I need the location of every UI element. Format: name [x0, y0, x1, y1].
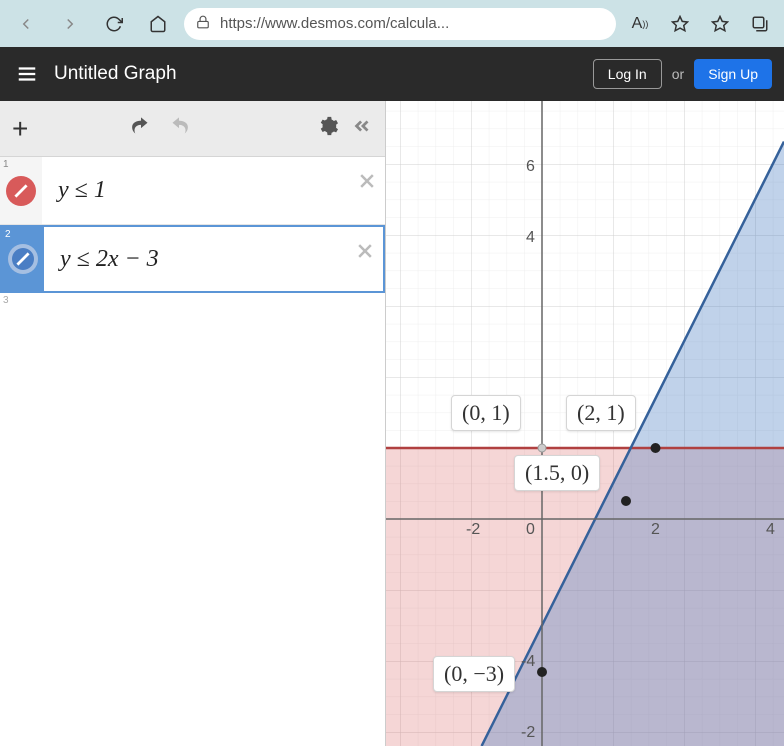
empty-expression-row[interactable]: 3: [0, 293, 385, 313]
settings-button[interactable]: [317, 115, 339, 142]
home-button[interactable]: [140, 6, 176, 42]
back-button[interactable]: [8, 6, 44, 42]
undo-button[interactable]: [128, 116, 154, 141]
expression-color-icon[interactable]: [6, 176, 36, 206]
expression-index: 2: [5, 229, 11, 240]
collections-icon[interactable]: [744, 8, 776, 40]
signup-button[interactable]: Sign Up: [694, 59, 772, 89]
expression-list: 1 y ≤ 1 2 y ≤ 2x − 3 3: [0, 157, 385, 746]
app-header: Untitled Graph Log In or Sign Up: [0, 47, 784, 101]
expression-toolbar: +: [0, 101, 385, 157]
expression-handle[interactable]: 2: [2, 227, 44, 291]
forward-button[interactable]: [52, 6, 88, 42]
collapse-sidebar-button[interactable]: [351, 115, 373, 142]
login-button[interactable]: Log In: [593, 59, 662, 89]
expression-handle[interactable]: 1: [0, 157, 42, 224]
address-bar[interactable]: https://www.desmos.com/calcula...: [184, 8, 616, 40]
favorite-add-icon[interactable]: [664, 8, 696, 40]
axis-tick: 4: [766, 521, 775, 539]
axis-tick: -2: [521, 724, 535, 742]
axis-tick: -2: [466, 521, 480, 539]
add-expression-button[interactable]: +: [12, 113, 48, 145]
expression-formula[interactable]: y ≤ 1: [42, 177, 385, 204]
axis-tick: 2: [651, 521, 660, 539]
browser-toolbar: https://www.desmos.com/calcula... A)): [0, 0, 784, 47]
expression-color-icon[interactable]: [8, 244, 38, 274]
lock-icon: [196, 15, 210, 33]
expression-sidebar: + 1 y ≤ 1 2 y: [0, 101, 386, 746]
redo-button[interactable]: [166, 116, 192, 141]
axis-tick: -4: [521, 653, 535, 671]
delete-expression-button[interactable]: [355, 241, 375, 266]
graph-canvas[interactable]: -2 0 2 4 -4 -2 4 6 (0, 1) (2, 1) (1.5, 0…: [386, 101, 784, 746]
point-label[interactable]: (0, −3): [433, 656, 515, 692]
point-label[interactable]: (1.5, 0): [514, 455, 600, 491]
favorites-icon[interactable]: [704, 8, 736, 40]
axis-tick: 0: [526, 521, 535, 539]
point-label[interactable]: (0, 1): [451, 395, 521, 431]
expression-index: 3: [3, 295, 9, 306]
expression-row[interactable]: 2 y ≤ 2x − 3: [0, 225, 385, 293]
expression-index: 1: [3, 159, 9, 170]
axis-tick: 6: [526, 158, 535, 176]
point-label[interactable]: (2, 1): [566, 395, 636, 431]
expression-formula[interactable]: y ≤ 2x − 3: [44, 246, 383, 273]
axis-tick: 4: [526, 229, 535, 247]
expression-row[interactable]: 1 y ≤ 1: [0, 157, 385, 225]
delete-expression-button[interactable]: [357, 171, 377, 196]
or-text: or: [672, 66, 684, 82]
read-aloud-icon[interactable]: A)): [624, 8, 656, 40]
graph-title[interactable]: Untitled Graph: [54, 63, 593, 85]
url-text: https://www.desmos.com/calcula...: [220, 15, 449, 32]
menu-button[interactable]: [12, 59, 42, 89]
refresh-button[interactable]: [96, 6, 132, 42]
